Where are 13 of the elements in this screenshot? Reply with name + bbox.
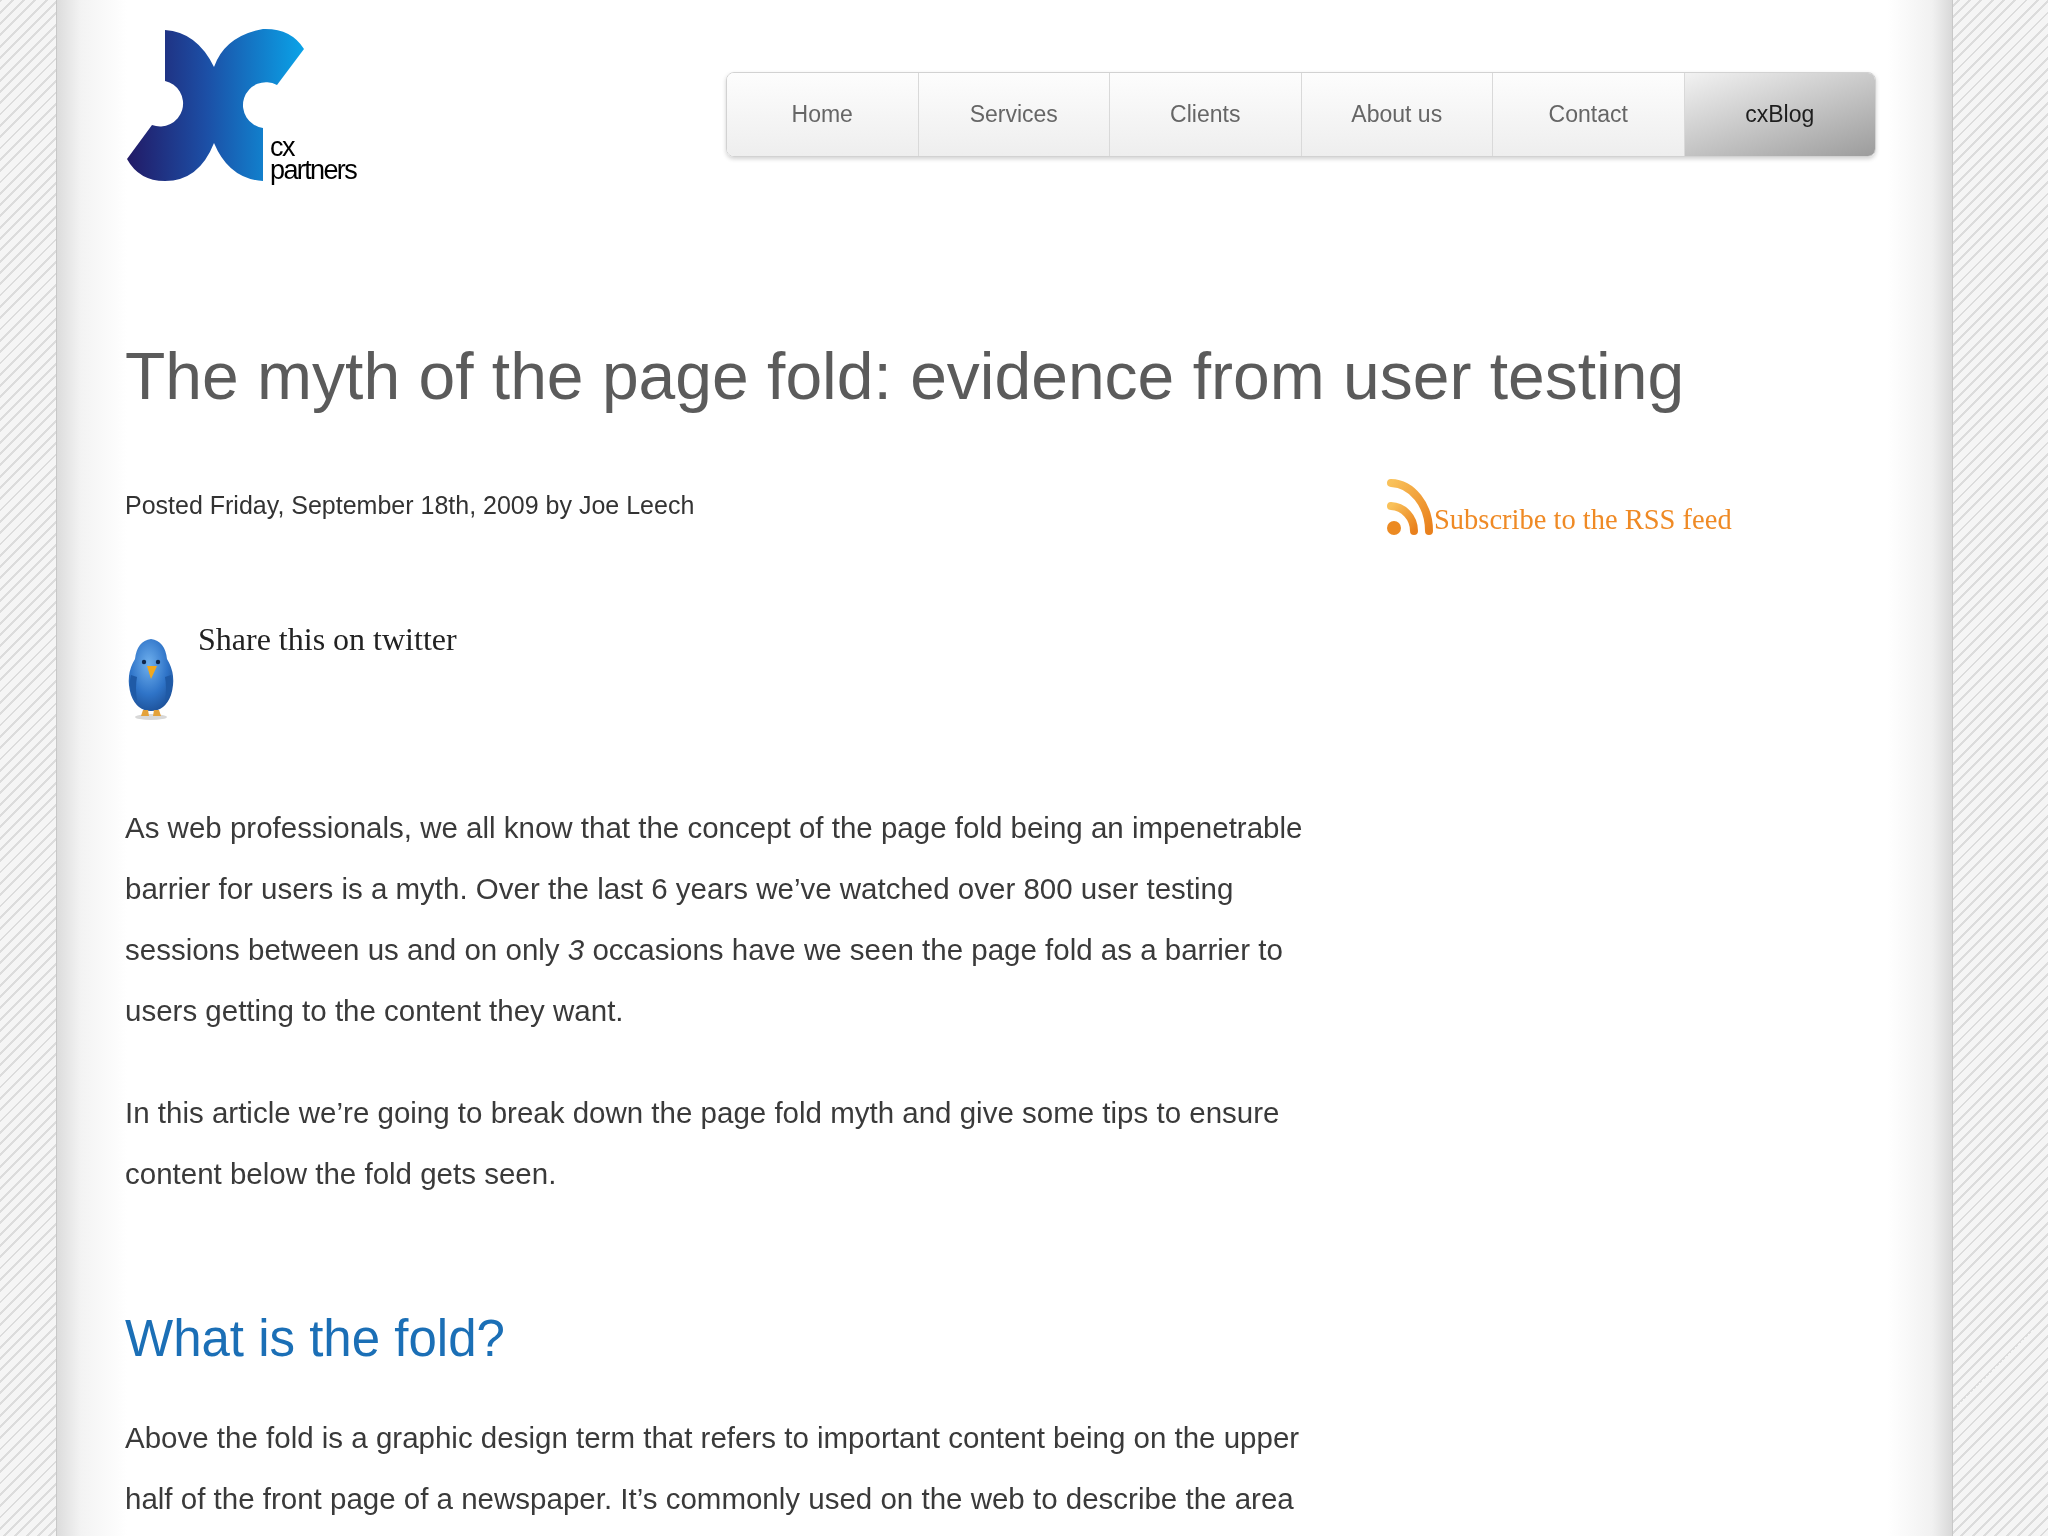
paragraph: In this article we’re going to break down the page fold myth and give some tips to ensure content below the fold gets seen. <box>125 1095 1281 1192</box>
nav-tab[interactable]: Clients <box>1109 73 1301 156</box>
nav-tab[interactable]: About us <box>1300 73 1492 156</box>
share-link[interactable]: Share this on twitter <box>198 620 457 658</box>
byline: Posted Friday, September 18th, 2009 by Joe Leech <box>125 490 695 520</box>
paragraph: As web professionals, we all know that the concept of the page fold being an impenetrable barrier for users is a myth. Over the last 6 years we’ve watched over 800 user testing sessions between us and on only 3 occasions have we seen the page fold as a barrier to users getting to the content they want. <box>125 810 1304 1029</box>
article-title: The myth of the page fold: evidence from user testing <box>125 338 1685 415</box>
section-heading: What is the fold? <box>125 1309 505 1369</box>
nav-tab[interactable]: Contact <box>1492 73 1684 156</box>
nav-tab[interactable]: Home <box>727 73 918 156</box>
nav-tab[interactable]: cxBlog <box>1683 73 1875 156</box>
paragraph: Above the fold is a graphic design term that refers to important content being on the upper half of the front page of a newspaper. It’s commonly used on the web to describe the area <box>125 1420 1301 1517</box>
nav-tab[interactable]: Services <box>917 73 1109 156</box>
